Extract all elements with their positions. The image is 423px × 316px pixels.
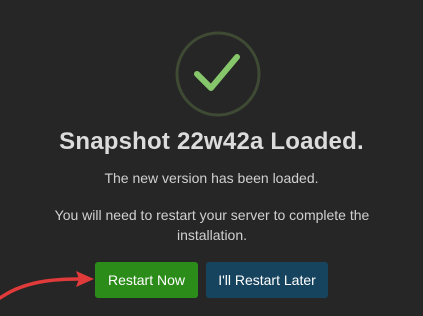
checkmark-icon xyxy=(175,31,261,117)
dialog-message: You will need to restart your server to … xyxy=(54,207,370,243)
restart-dialog: Snapshot 22w42a Loaded. The new version … xyxy=(0,0,423,316)
restart-later-button[interactable]: I'll Restart Later xyxy=(206,262,328,298)
dialog-subtitle: The new version has been loaded. xyxy=(104,170,319,186)
dialog-title: Snapshot 22w42a Loaded. xyxy=(59,128,364,155)
red-arrow-icon xyxy=(0,271,94,300)
restart-now-button[interactable]: Restart Now xyxy=(95,262,198,298)
